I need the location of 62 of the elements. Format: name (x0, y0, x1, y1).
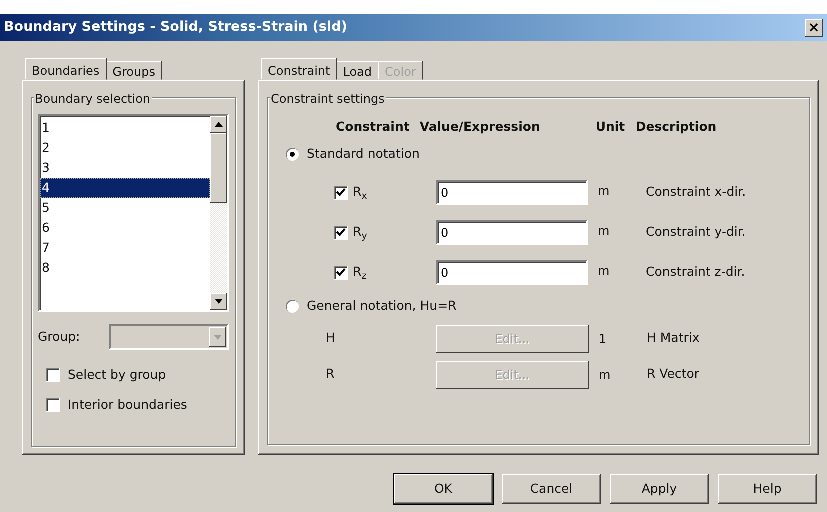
check-icon (336, 228, 346, 238)
radio-button[interactable] (286, 300, 299, 314)
radio-button[interactable] (286, 148, 299, 162)
dialog-button[interactable]: OK (394, 474, 493, 504)
column-header: Value/Expression (420, 118, 542, 136)
checkbox-label: Interior boundaries (68, 396, 188, 414)
column-header: Constraint (336, 118, 410, 136)
description-label: Constraint z-dir. (646, 263, 746, 282)
close-button[interactable]: × (805, 18, 823, 36)
unit-label: m (598, 366, 612, 384)
up-arrow-icon (214, 122, 222, 127)
unit-label: m (597, 222, 611, 240)
description-label: R Vector (647, 365, 700, 384)
dialog-button[interactable]: Apply (610, 474, 709, 504)
tab[interactable]: Constraint (261, 58, 338, 80)
list-item[interactable]: 2 (40, 138, 210, 158)
constraint-label: R$_{z}$ (353, 263, 367, 282)
checkbox[interactable] (46, 368, 60, 382)
list-item[interactable]: 7 (40, 238, 210, 258)
unit-label: m (597, 182, 611, 200)
description-label: H Matrix (647, 329, 700, 348)
checkbox[interactable] (46, 398, 60, 412)
checkbox[interactable] (334, 186, 348, 200)
column-header: Description (636, 118, 718, 136)
list-item[interactable]: 4 (40, 178, 210, 198)
constraint-label: R (326, 365, 335, 384)
list-item[interactable]: 6 (40, 218, 210, 238)
constraint-label: H (326, 329, 336, 348)
unit-label: m (597, 262, 611, 280)
radio-label: General notation, Hu=R (307, 297, 457, 316)
check-icon (336, 188, 346, 198)
radio-label: Standard notation (307, 145, 420, 164)
checkbox[interactable] (334, 266, 348, 280)
list-item[interactable]: 8 (40, 258, 210, 278)
list-item[interactable]: 1 (40, 118, 210, 138)
constraint-label: R$_{y}$ (353, 223, 368, 242)
scroll-thumb[interactable] (210, 133, 227, 203)
tab[interactable]: Groups (106, 61, 162, 80)
description-label: Constraint x-dir. (646, 183, 746, 202)
constraint-label: R$_{x}$ (353, 183, 368, 202)
value-field[interactable]: 0 (436, 260, 588, 286)
dialog-button[interactable]: Help (718, 474, 817, 504)
list-item[interactable]: 5 (40, 198, 210, 218)
group-label: Group: (38, 328, 80, 346)
check-icon (336, 268, 346, 278)
list-item[interactable]: 3 (40, 158, 210, 178)
dialog-button[interactable]: Cancel (502, 474, 601, 504)
down-arrow-icon (214, 299, 222, 304)
boundary-list[interactable]: 1 2 3 4 5 6 7 8 (38, 114, 229, 312)
description-label: Constraint y-dir. (646, 223, 746, 242)
dropdown-arrow-icon (214, 334, 222, 340)
tab[interactable]: Boundaries (25, 58, 107, 80)
unit-label: 1 (598, 330, 608, 348)
value-field[interactable]: 0 (436, 180, 588, 206)
checkbox[interactable] (334, 226, 348, 240)
column-header: Unit (596, 118, 626, 136)
checkbox-label: Select by group (68, 366, 166, 384)
scroll-up-button[interactable] (210, 116, 227, 133)
value-field[interactable]: 0 (436, 220, 588, 246)
window-title: Boundary Settings - Solid, Stress-Strain (sld) (4, 18, 348, 38)
radio-dot-icon (290, 152, 295, 158)
scroll-down-button[interactable] (210, 293, 227, 310)
